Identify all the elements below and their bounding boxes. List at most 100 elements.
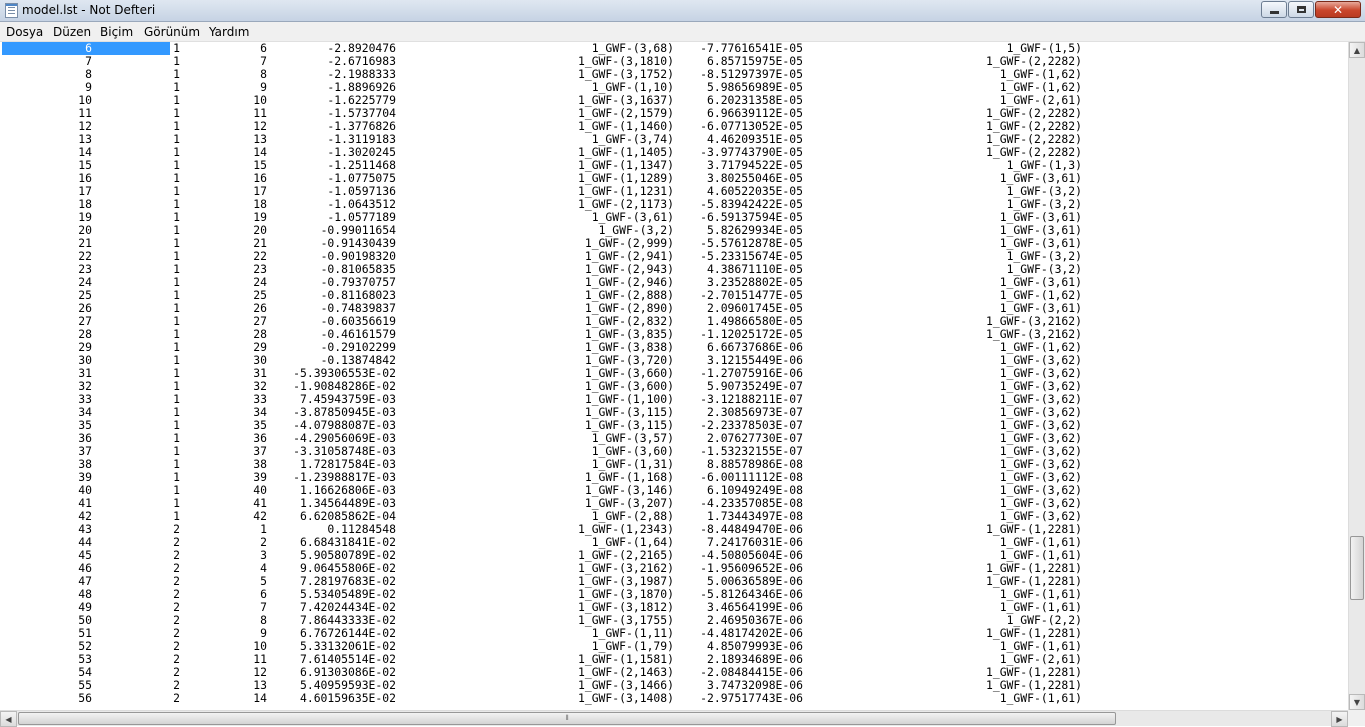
text-line[interactable]: 27 1 27 -0.60356619 1_GWF-(2,832) 1.49866580E… — [0, 315, 1348, 328]
max-residual-cell-value: 1_GWF-(3,2) — [1006, 197, 1082, 211]
text-editor-area[interactable]: 6 1 6 -2.8920476 1_GWF-(3,68) -7.77616541E-05… — [0, 42, 1348, 710]
scroll-up-button[interactable]: ▲ — [1349, 42, 1365, 58]
text-line[interactable]: 26 1 26 -0.74839837 1_GWF-(2,890) 2.09601745E… — [0, 302, 1348, 315]
text-line[interactable]: 21 1 21 -0.91430439 1_GWF-(2,999) -5.57612878… — [0, 237, 1348, 250]
max-residual-cell-value: 1_GWF-(3,62) — [999, 470, 1082, 484]
text-line[interactable]: 24 1 24 -0.79370757 1_GWF-(2,946) 3.23528802E… — [0, 276, 1348, 289]
text-line[interactable]: 17 1 17 -1.0597136 1_GWF-(1,1231) 4.60522035E… — [0, 185, 1348, 198]
menu-file[interactable]: Dosya — [6, 25, 43, 39]
max-residual-cell-value: 1_GWF-(2,2282) — [985, 54, 1082, 68]
max-residual-cell-value: 1_GWF-(3,62) — [999, 379, 1082, 393]
max-residual-cell-value: 1_GWF-(3,61) — [999, 210, 1082, 224]
text-line[interactable]: 11 1 11 -1.5737704 1_GWF-(2,1579) 6.96639112E… — [0, 107, 1348, 120]
text-line[interactable]: 19 1 19 -1.0577189 1_GWF-(3,61) -6.59137594E-… — [0, 211, 1348, 224]
max-residual-cell-value: 1_GWF-(2,2282) — [985, 145, 1082, 159]
text-line[interactable]: 13 1 13 -1.3119183 1_GWF-(3,74) 4.46209351E-0… — [0, 133, 1348, 146]
text-line[interactable]: 51 2 9 6.76726144E-02 1_GWF-(1,11) -4.4817420… — [0, 627, 1348, 640]
maximize-button[interactable] — [1288, 1, 1314, 18]
max-residual-cell-value: 1_GWF-(1,2281) — [985, 561, 1082, 575]
minimize-button[interactable] — [1261, 1, 1287, 18]
max-residual-cell-value: 1_GWF-(3,61) — [999, 275, 1082, 289]
text-line[interactable]: 14 1 14 -1.3020245 1_GWF-(1,1405) -3.97743790… — [0, 146, 1348, 159]
max-residual-cell-value: 1_GWF-(1,3) — [1006, 158, 1082, 172]
arrow-right-icon: ▶ — [1336, 714, 1343, 724]
text-line[interactable]: 9 1 9 -1.8896926 1_GWF-(1,10) 5.98656989E-05 1… — [0, 81, 1348, 94]
max-residual-cell-value: 1_GWF-(3,62) — [999, 418, 1082, 432]
close-button[interactable]: ✕ — [1315, 1, 1361, 18]
text-line[interactable]: 38 1 38 1.72817584E-03 1_GWF-(1,31) 8.8857898… — [0, 458, 1348, 471]
text-line[interactable]: 31 1 31 -5.39306553E-02 1_GWF-(3,660) -1.2707… — [0, 367, 1348, 380]
text-line[interactable]: 36 1 36 -4.29056069E-03 1_GWF-(3,57) 2.076277… — [0, 432, 1348, 445]
text-line[interactable]: 23 1 23 -0.81065835 1_GWF-(2,943) 4.38671110E… — [0, 263, 1348, 276]
text-line[interactable]: 42 1 42 6.62085862E-04 1_GWF-(2,88) 1.7344349… — [0, 510, 1348, 523]
text-line[interactable]: 22 1 22 -0.90198320 1_GWF-(2,941) -5.23315674… — [0, 250, 1348, 263]
max-residual-cell-value: 1_GWF-(3,61) — [999, 223, 1082, 237]
text-line[interactable]: 55 2 13 5.40959593E-02 1_GWF-(3,1466) 3.74732… — [0, 679, 1348, 692]
max-residual-cell-value: 1_GWF-(2,61) — [999, 93, 1082, 107]
scroll-left-button[interactable]: ◀ — [0, 711, 17, 727]
scroll-right-button[interactable]: ▶ — [1331, 711, 1348, 727]
scroll-down-button[interactable]: ▼ — [1349, 694, 1365, 710]
text-line[interactable]: 30 1 30 -0.13874842 1_GWF-(3,720) 3.12155449E… — [0, 354, 1348, 367]
text-line[interactable]: 35 1 35 -4.07988087E-03 1_GWF-(3,115) -2.2337… — [0, 419, 1348, 432]
text-line[interactable]: 32 1 32 -1.90848286E-02 1_GWF-(3,600) 5.90735… — [0, 380, 1348, 393]
text-line[interactable]: 25 1 25 -0.81168023 1_GWF-(2,888) -2.70151477… — [0, 289, 1348, 302]
vertical-scrollbar[interactable]: ▲ ▼ — [1348, 42, 1365, 710]
max-residual-cell-value: 1_GWF-(3,2) — [1006, 249, 1082, 263]
max-residual-cell-value: 1_GWF-(3,62) — [999, 366, 1082, 380]
window-title: model.lst - Not Defteri — [22, 3, 156, 17]
menu-edit[interactable]: Düzen — [53, 25, 91, 39]
text-line[interactable]: 28 1 28 -0.46161579 1_GWF-(3,835) -1.12025172… — [0, 328, 1348, 341]
max-residual-cell-value: 1_GWF-(1,61) — [999, 691, 1082, 705]
text-line[interactable]: 20 1 20 -0.99011654 1_GWF-(3,2) 5.82629934E-0… — [0, 224, 1348, 237]
max-residual-cell-value: 1_GWF-(3,62) — [999, 444, 1082, 458]
max-residual-cell-value: 1_GWF-(1,2281) — [985, 678, 1082, 692]
text-line[interactable]: 53 2 11 7.61405514E-02 1_GWF-(1,1581) 2.18934… — [0, 653, 1348, 666]
text-line[interactable]: 18 1 18 -1.0643512 1_GWF-(2,1173) -5.83942422… — [0, 198, 1348, 211]
max-residual-cell-value: 1_GWF-(1,61) — [999, 587, 1082, 601]
text-line[interactable]: 43 2 1 0.11284548 1_GWF-(1,2343) -8.44849470E… — [0, 523, 1348, 536]
text-line[interactable]: 39 1 39 -1.23988817E-03 1_GWF-(1,168) -6.0011… — [0, 471, 1348, 484]
text-line[interactable]: 29 1 29 -0.29102299 1_GWF-(3,838) 6.66737686E… — [0, 341, 1348, 354]
menu-help[interactable]: Yardım — [209, 25, 249, 39]
max-residual-cell-value: 1_GWF-(2,2282) — [985, 132, 1082, 146]
text-line[interactable]: 15 1 15 -1.2511468 1_GWF-(1,1347) 3.71794522E… — [0, 159, 1348, 172]
text-line[interactable]: 41 1 41 1.34564489E-03 1_GWF-(3,207) -4.23357… — [0, 497, 1348, 510]
text-line[interactable]: 8 1 8 -2.1988333 1_GWF-(3,1752) -8.51297397E-… — [0, 68, 1348, 81]
max-residual-cell-value: 1_GWF-(3,2) — [1006, 184, 1082, 198]
max-residual-cell-value: 1_GWF-(3,2162) — [985, 314, 1082, 328]
text-line[interactable]: 10 1 10 -1.6225779 1_GWF-(3,1637) 6.20231358E… — [0, 94, 1348, 107]
text-line[interactable]: 54 2 12 6.91303086E-02 1_GWF-(2,1463) -2.0848… — [0, 666, 1348, 679]
horizontal-scrollbar[interactable]: ◀ ⦀ ▶ — [0, 710, 1348, 727]
text-line[interactable]: 47 2 5 7.28197683E-02 1_GWF-(3,1987) 5.006365… — [0, 575, 1348, 588]
max-residual-cell-value: 1_GWF-(3,62) — [999, 392, 1082, 406]
text-line[interactable]: 56 2 14 4.60159635E-02 1_GWF-(3,1408) -2.9751… — [0, 692, 1348, 705]
text-line[interactable]: 16 1 16 -1.0775075 1_GWF-(1,1289) 3.80255046E… — [0, 172, 1348, 185]
max-residual-cell-value: 1_GWF-(3,62) — [999, 405, 1082, 419]
text-line[interactable]: 12 1 12 -1.3776826 1_GWF-(1,1460) -6.07713052… — [0, 120, 1348, 133]
vertical-scroll-thumb[interactable] — [1350, 536, 1364, 600]
max-residual-cell-value: 1_GWF-(1,61) — [999, 639, 1082, 653]
scrollbar-corner — [1348, 710, 1365, 726]
max-residual-cell-value: 1_GWF-(3,62) — [999, 457, 1082, 471]
text-line[interactable]: 45 2 3 5.90580789E-02 1_GWF-(2,2165) -4.50805… — [0, 549, 1348, 562]
max-residual-cell-value: 1_GWF-(1,62) — [999, 67, 1082, 81]
arrow-up-icon: ▲ — [1353, 45, 1361, 55]
text-line[interactable]: 6 1 6 -2.8920476 1_GWF-(3,68) -7.77616541E-05… — [0, 42, 1348, 55]
text-line[interactable]: 7 1 7 -2.6716983 1_GWF-(3,1810) 6.85715975E-0… — [0, 55, 1348, 68]
text-line[interactable]: 46 2 4 9.06455806E-02 1_GWF-(3,2162) -1.95609… — [0, 562, 1348, 575]
menu-format[interactable]: Biçim — [100, 25, 133, 39]
text-line[interactable]: 34 1 34 -3.87850945E-03 1_GWF-(3,115) 2.30856… — [0, 406, 1348, 419]
text-line[interactable]: 49 2 7 7.42024434E-02 1_GWF-(3,1812) 3.465641… — [0, 601, 1348, 614]
text-line[interactable]: 37 1 37 -3.31058748E-03 1_GWF-(3,60) -1.53232… — [0, 445, 1348, 458]
menu-view[interactable]: Görünüm — [144, 25, 200, 39]
close-icon: ✕ — [1332, 2, 1344, 17]
text-line[interactable]: 48 2 6 5.53405489E-02 1_GWF-(3,1870) -5.81264… — [0, 588, 1348, 601]
text-line[interactable]: 50 2 8 7.86443333E-02 1_GWF-(3,1755) 2.469503… — [0, 614, 1348, 627]
title-bar[interactable]: model.lst - Not Defteri ✕ — [0, 0, 1365, 22]
text-line[interactable]: 40 1 40 1.16626806E-03 1_GWF-(3,146) 6.109492… — [0, 484, 1348, 497]
text-line[interactable]: 44 2 2 6.68431841E-02 1_GWF-(1,64) 7.24176031… — [0, 536, 1348, 549]
horizontal-scroll-thumb[interactable]: ⦀ — [18, 712, 1116, 725]
text-line[interactable]: 52 2 10 5.33132061E-02 1_GWF-(1,79) 4.8507999… — [0, 640, 1348, 653]
text-line[interactable]: 33 1 33 7.45943759E-03 1_GWF-(1,100) -3.12188… — [0, 393, 1348, 406]
